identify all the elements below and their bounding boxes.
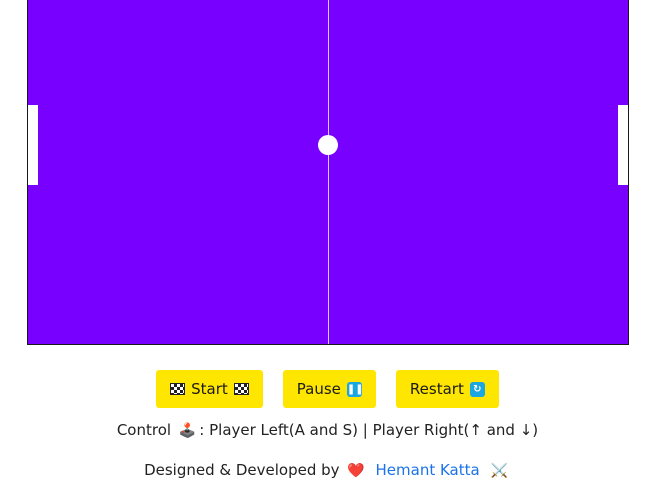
start-label: Start [191,380,228,398]
game-board[interactable] [27,0,629,345]
pause-label: Pause [296,380,341,398]
restart-button[interactable]: Restart ↻ [395,370,499,408]
pause-icon: ❚❚ [346,381,364,397]
ball [318,135,338,155]
refresh-icon: ↻ [469,381,485,397]
pong-page: Start Pause ❚❚ Restart ↻ Control 🕹️: Pla… [0,0,655,488]
credit-line: Designed & Developed by ❤️ Hemant Katta … [0,461,655,479]
controls-prefix: Control [116,421,172,439]
joystick-icon: 🕹️ [178,423,197,439]
pause-button[interactable]: Pause ❚❚ [282,370,376,408]
right-paddle [618,105,628,185]
center-line [328,0,329,344]
heart-icon: ❤️ [347,463,365,479]
checkered-flag-icon [170,383,186,395]
start-button[interactable]: Start [156,370,263,408]
controls-instructions: Control 🕹️: Player Left(A and S) | Playe… [0,421,655,439]
restart-label: Restart [409,380,464,398]
left-paddle [28,105,38,185]
checkered-flag-icon [233,383,249,395]
credit-prefix: Designed & Developed by [144,461,340,479]
author-link[interactable]: Hemant Katta [376,461,480,479]
controls-text: : Player Left(A and S) | Player Right(↑ … [199,421,539,439]
control-buttons: Start Pause ❚❚ Restart ↻ [0,370,655,408]
swords-icon: ⚔️ [490,463,508,479]
